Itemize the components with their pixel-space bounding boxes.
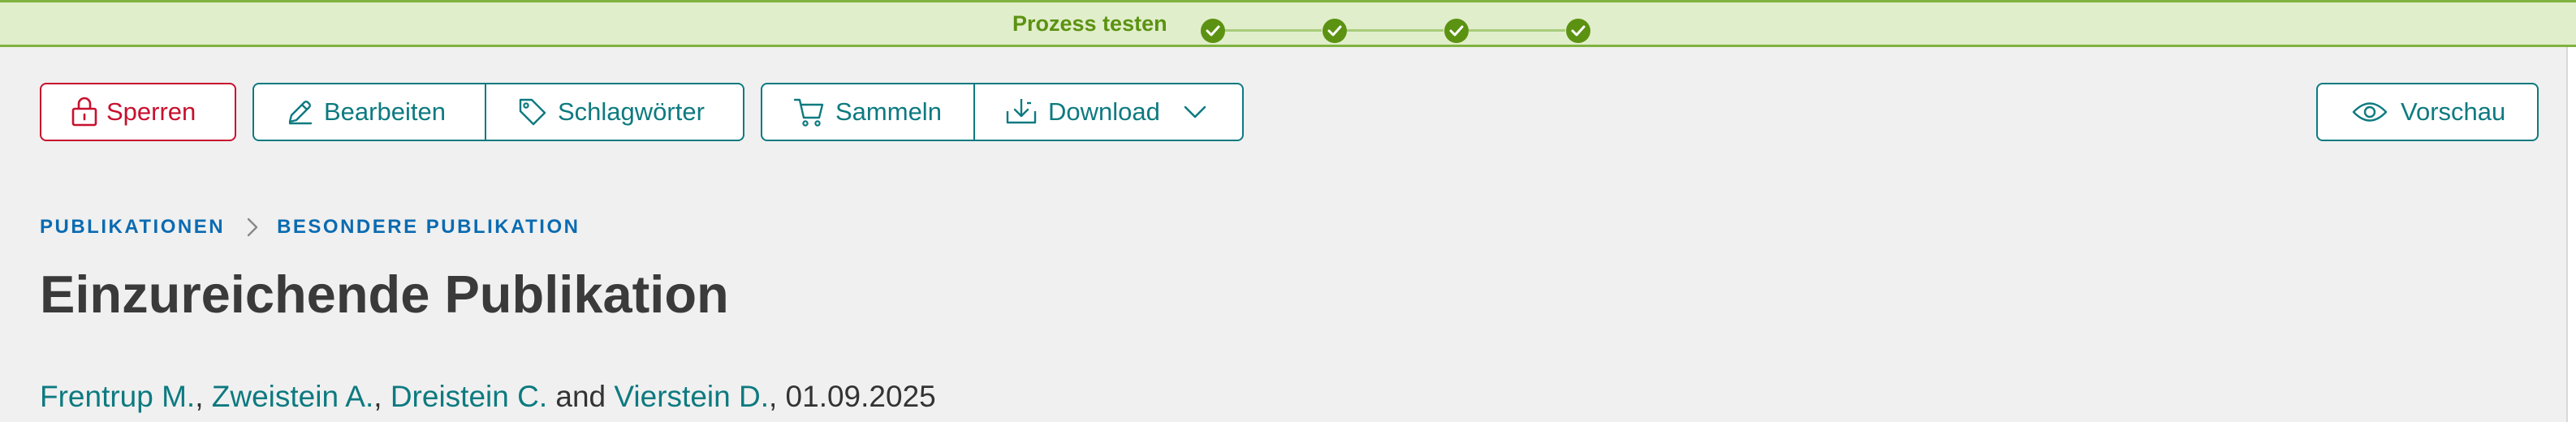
author-separator: , [373, 380, 390, 413]
breadcrumb-item-publikationen[interactable]: PUBLIKATIONEN [40, 216, 225, 239]
tags-button-label: Schlagwörter [558, 97, 705, 126]
preview-button-label: Vorschau [2401, 97, 2506, 126]
lock-button[interactable]: Sperren [40, 83, 236, 141]
preview-button[interactable]: Vorschau [2316, 83, 2539, 141]
step-connector [1346, 29, 1443, 32]
author-link[interactable]: Vierstein D. [614, 380, 769, 413]
edit-button[interactable]: Bearbeiten [254, 84, 485, 140]
tag-icon [517, 97, 548, 127]
process-label: Prozess testen [1012, 11, 1167, 36]
lock-icon [71, 97, 98, 127]
main-content: Sperren Bearbeiten Schlagwörter Sammeln … [0, 47, 2576, 422]
page-title: Einzureichende Publikation [40, 265, 729, 324]
eye-icon [2352, 100, 2388, 124]
author-separator: , [195, 380, 212, 413]
step-4-done-icon[interactable] [1566, 19, 1590, 43]
process-progress-bar: Prozess testen [0, 0, 2576, 47]
collect-button[interactable]: Sammeln [762, 84, 973, 140]
chevron-right-icon [246, 217, 259, 238]
author-link[interactable]: Frentrup M. [40, 380, 195, 413]
date-separator: , [768, 380, 786, 413]
step-1-done-icon[interactable] [1201, 19, 1225, 43]
edit-tags-button-group: Bearbeiten Schlagwörter [252, 83, 744, 141]
breadcrumb-item-besondere-publikation[interactable]: BESONDERE PUBLIKATION [277, 216, 580, 239]
edit-button-label: Bearbeiten [324, 97, 446, 126]
download-button[interactable]: Download [973, 84, 1242, 140]
tags-button[interactable]: Schlagwörter [485, 84, 743, 140]
publication-date: 01.09.2025 [785, 380, 936, 413]
app-frame: Prozess testen Sperren Bearbeiten Schlag… [0, 0, 2576, 422]
author-link[interactable]: Zweistein A. [212, 380, 373, 413]
cart-icon [793, 97, 826, 127]
download-button-label: Download [1048, 97, 1160, 126]
step-3-done-icon[interactable] [1444, 19, 1469, 43]
step-connector [1468, 29, 1565, 32]
lock-button-label: Sperren [106, 97, 196, 126]
author-line: Frentrup M., Zweistein A., Dreistein C. … [40, 380, 936, 414]
breadcrumb: PUBLIKATIONEN BESONDERE PUBLIKATION [40, 216, 580, 239]
collect-download-button-group: Sammeln Download [761, 83, 1244, 141]
pencil-icon [285, 97, 314, 127]
chevron-down-icon[interactable] [1183, 105, 1207, 119]
author-conjunction: and [547, 380, 615, 413]
author-link[interactable]: Dreistein C. [390, 380, 547, 413]
step-connector [1224, 29, 1322, 32]
scrollbar-track[interactable] [2566, 47, 2576, 422]
step-2-done-icon[interactable] [1323, 19, 1347, 43]
collect-button-label: Sammeln [835, 97, 942, 126]
download-icon [1004, 97, 1038, 127]
